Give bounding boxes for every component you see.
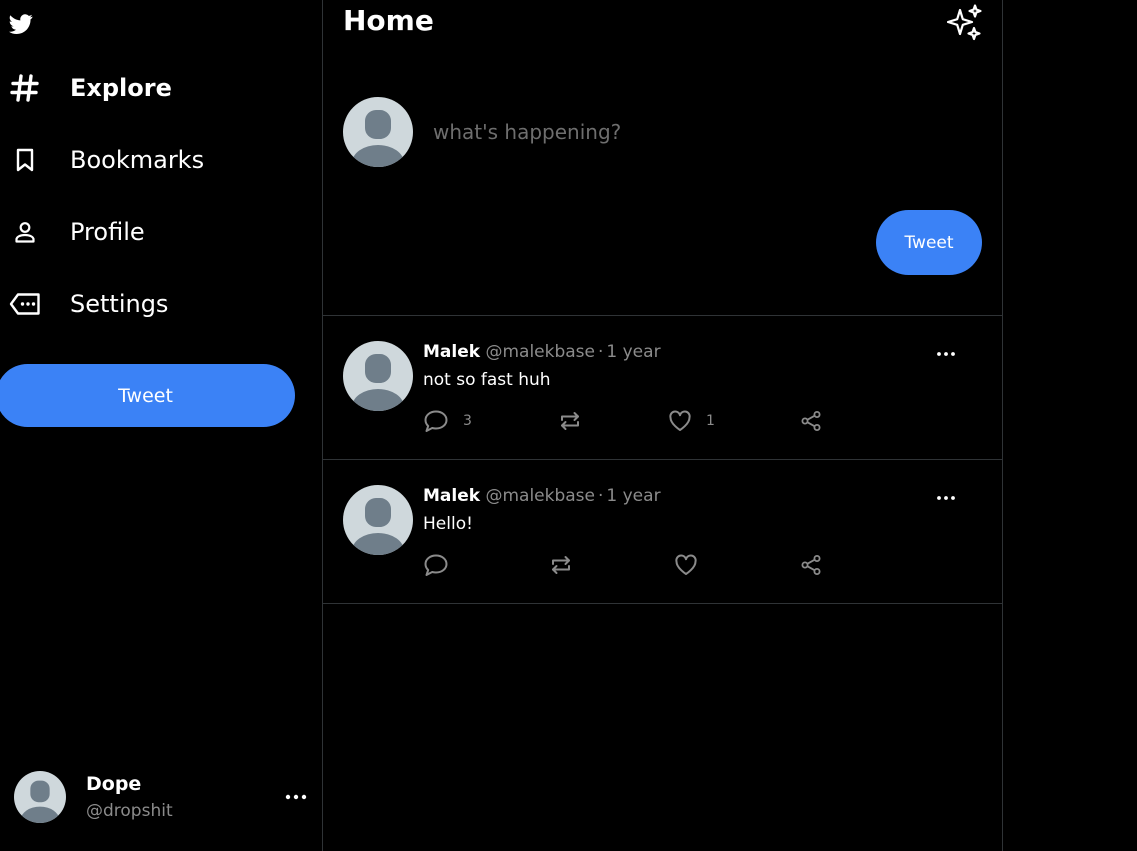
share-icon bbox=[800, 554, 822, 576]
avatar[interactable] bbox=[343, 341, 413, 411]
author-handle[interactable]: @malekbase bbox=[485, 342, 595, 362]
reply-button[interactable] bbox=[423, 552, 463, 578]
tweet-item[interactable]: Malek @malekbase · 1 year Hello! bbox=[323, 460, 1002, 604]
sidebar-item-label: Bookmarks bbox=[70, 146, 205, 174]
account-name: Dope bbox=[86, 773, 142, 795]
like-count: 1 bbox=[706, 413, 715, 429]
sidebar-tweet-button[interactable]: Tweet bbox=[0, 364, 295, 427]
sidebar-item-label: Profile bbox=[70, 218, 145, 246]
account-handle: @dropshit bbox=[86, 801, 173, 821]
share-icon bbox=[800, 410, 822, 432]
retweet-icon bbox=[558, 410, 582, 432]
avatar bbox=[343, 97, 413, 167]
like-button[interactable]: 1 bbox=[668, 408, 715, 434]
page-title: Home bbox=[343, 4, 434, 37]
sidebar-item-profile[interactable]: Profile bbox=[0, 208, 300, 256]
share-button[interactable] bbox=[800, 408, 822, 434]
user-icon bbox=[0, 216, 50, 248]
reply-count: 3 bbox=[463, 413, 472, 429]
reply-button[interactable]: 3 bbox=[423, 408, 472, 434]
tweet-item[interactable]: Malek @malekbase · 1 year not so fast huh … bbox=[323, 316, 1002, 460]
tweet-input[interactable] bbox=[433, 112, 973, 152]
tweet-timestamp: 1 year bbox=[606, 342, 661, 362]
share-button[interactable] bbox=[800, 552, 822, 578]
sidebar: Explore Bookmarks Profile Settings Tweet… bbox=[0, 0, 322, 851]
tweet-text: not so fast huh bbox=[423, 370, 551, 390]
separator: · bbox=[598, 342, 604, 362]
retweet-button[interactable] bbox=[558, 408, 582, 434]
sidebar-item-label: Explore bbox=[70, 74, 172, 102]
comment-icon bbox=[423, 553, 449, 577]
sidebar-item-bookmarks[interactable]: Bookmarks bbox=[0, 136, 300, 184]
tweet-header: Malek @malekbase · 1 year bbox=[423, 342, 661, 362]
ellipsis-icon[interactable] bbox=[935, 490, 957, 504]
bookmark-icon bbox=[0, 144, 50, 176]
separator: · bbox=[598, 486, 604, 506]
like-button[interactable] bbox=[674, 552, 712, 578]
tweet-composer: Tweet bbox=[323, 60, 1002, 316]
heart-icon bbox=[674, 554, 698, 576]
author-name[interactable]: Malek bbox=[423, 486, 480, 506]
sidebar-item-explore[interactable]: Explore bbox=[0, 64, 300, 112]
sparkle-icon[interactable] bbox=[946, 4, 983, 42]
retweet-button[interactable] bbox=[549, 552, 573, 578]
twitter-bird-icon[interactable] bbox=[8, 12, 34, 36]
tweet-timestamp: 1 year bbox=[606, 486, 661, 506]
tweet-submit-button[interactable]: Tweet bbox=[876, 210, 982, 275]
account-switcher[interactable]: Dope @dropshit bbox=[14, 771, 314, 825]
tweet-text: Hello! bbox=[423, 514, 473, 534]
heart-icon bbox=[668, 410, 692, 432]
retweet-icon bbox=[549, 554, 573, 576]
sidebar-item-settings[interactable]: Settings bbox=[0, 280, 300, 328]
comment-icon bbox=[423, 409, 449, 433]
settings-tag-icon bbox=[0, 288, 50, 320]
ellipsis-icon[interactable] bbox=[284, 787, 308, 807]
main-feed: Home Tweet Malek @malekbase·1 year not s… bbox=[322, 0, 1003, 851]
hash-icon bbox=[0, 72, 50, 104]
avatar[interactable] bbox=[343, 485, 413, 555]
author-name[interactable]: Malek bbox=[423, 342, 480, 362]
sidebar-item-label: Settings bbox=[70, 290, 169, 318]
ellipsis-icon[interactable] bbox=[935, 346, 957, 360]
avatar bbox=[14, 771, 66, 823]
author-handle[interactable]: @malekbase bbox=[485, 486, 595, 506]
tweet-header: Malek @malekbase · 1 year bbox=[423, 486, 661, 506]
